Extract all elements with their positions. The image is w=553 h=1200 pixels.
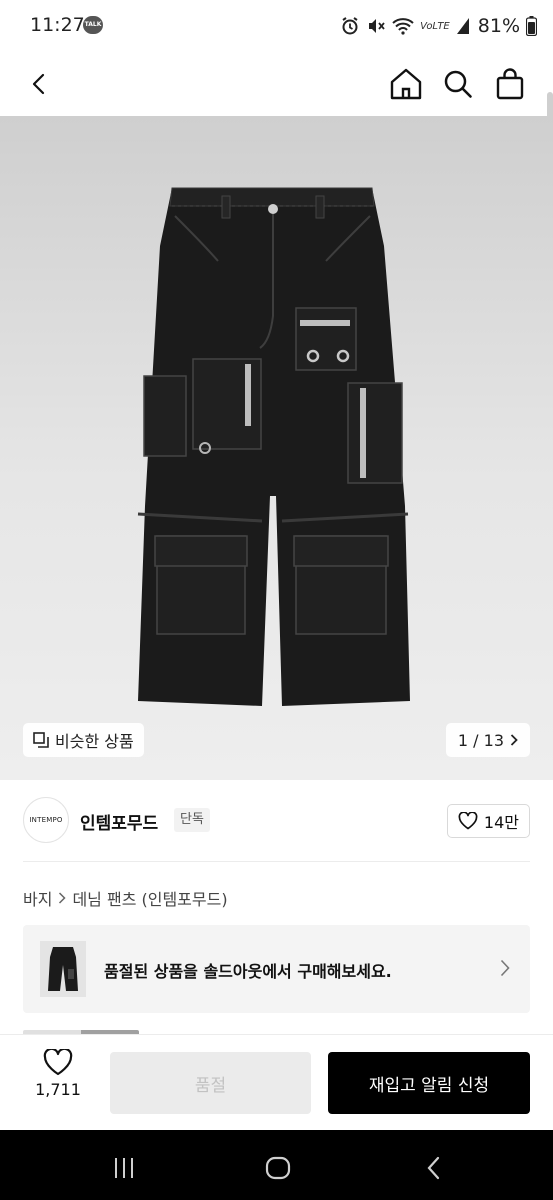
status-bar: 11:27 TALK VoLTE 81% [0, 0, 553, 52]
brand-row: INTEMPO 인템포무드 단독 14만 [0, 780, 553, 862]
heart-icon [458, 812, 478, 830]
soldout-button: 품절 [110, 1052, 311, 1114]
back-chevron-icon [427, 1156, 440, 1180]
search-icon [444, 70, 472, 98]
chevron-right-icon [59, 892, 67, 904]
home-icon [390, 68, 422, 100]
copy-squares-icon [33, 732, 49, 748]
home-button[interactable] [382, 60, 430, 108]
product-image-carousel[interactable]: 비슷한 상품 1 / 13 [0, 116, 553, 780]
signal-icon [456, 17, 470, 35]
breadcrumb: 바지 데님 팬츠 (인템포무드) [23, 886, 228, 910]
bottom-action-bar: 1,711 품절 재입고 알림 신청 [0, 1034, 553, 1130]
status-icons: VoLTE 81% [340, 12, 537, 40]
chevron-right-icon [510, 734, 518, 746]
banner-product-thumbnail [40, 941, 86, 997]
breadcrumb-category[interactable]: 바지 [23, 886, 52, 910]
brand-name[interactable]: 인템포무드 [80, 809, 158, 834]
similar-products-button[interactable]: 비슷한 상품 [23, 723, 144, 757]
brand-like-button[interactable]: 14만 [446, 804, 530, 838]
recent-apps-button[interactable] [104, 1150, 144, 1186]
divider [23, 861, 530, 862]
restock-alert-button[interactable]: 재입고 알림 신청 [328, 1052, 530, 1114]
back-arrow-icon [32, 73, 45, 95]
exclusive-badge: 단독 [174, 808, 210, 832]
wifi-icon [392, 17, 414, 35]
volte-label: VoLTE [420, 20, 450, 32]
similar-products-label: 비슷한 상품 [55, 732, 134, 751]
heart-icon [43, 1049, 73, 1076]
banner-text: 품절된 상품을 솔드아웃에서 구매해보세요. [104, 962, 392, 981]
alarm-icon [340, 16, 360, 36]
chevron-right-icon [500, 959, 510, 977]
system-nav-bar [0, 1130, 553, 1200]
brand-logo[interactable]: INTEMPO [23, 797, 69, 843]
page-counter-text: 1 / 13 [457, 730, 504, 750]
search-button[interactable] [434, 60, 482, 108]
back-button[interactable] [16, 60, 64, 108]
wishlist-count: 1,711 [35, 1080, 81, 1099]
status-time: 11:27 [30, 14, 85, 36]
battery-percent: 81% [477, 15, 520, 37]
cart-button[interactable] [486, 60, 534, 108]
breadcrumb-subcategory[interactable]: 데님 팬츠 (인템포무드) [72, 886, 227, 910]
battery-icon [526, 16, 537, 36]
home-nav-button[interactable] [258, 1150, 298, 1186]
back-nav-button[interactable] [414, 1150, 454, 1186]
product-photo [137, 187, 410, 706]
brand-like-count: 14만 [483, 813, 519, 832]
app-header [0, 52, 553, 168]
mute-icon [366, 16, 386, 36]
wishlist-button[interactable]: 1,711 [22, 1049, 94, 1115]
shopping-bag-icon [496, 68, 524, 100]
soldout-marketplace-banner[interactable]: 품절된 상품을 솔드아웃에서 구매해보세요. [23, 925, 530, 1013]
home-circle-icon [265, 1156, 291, 1180]
image-page-counter[interactable]: 1 / 13 [445, 723, 530, 757]
recent-apps-icon [115, 1158, 133, 1178]
kakaotalk-icon: TALK [83, 16, 103, 34]
